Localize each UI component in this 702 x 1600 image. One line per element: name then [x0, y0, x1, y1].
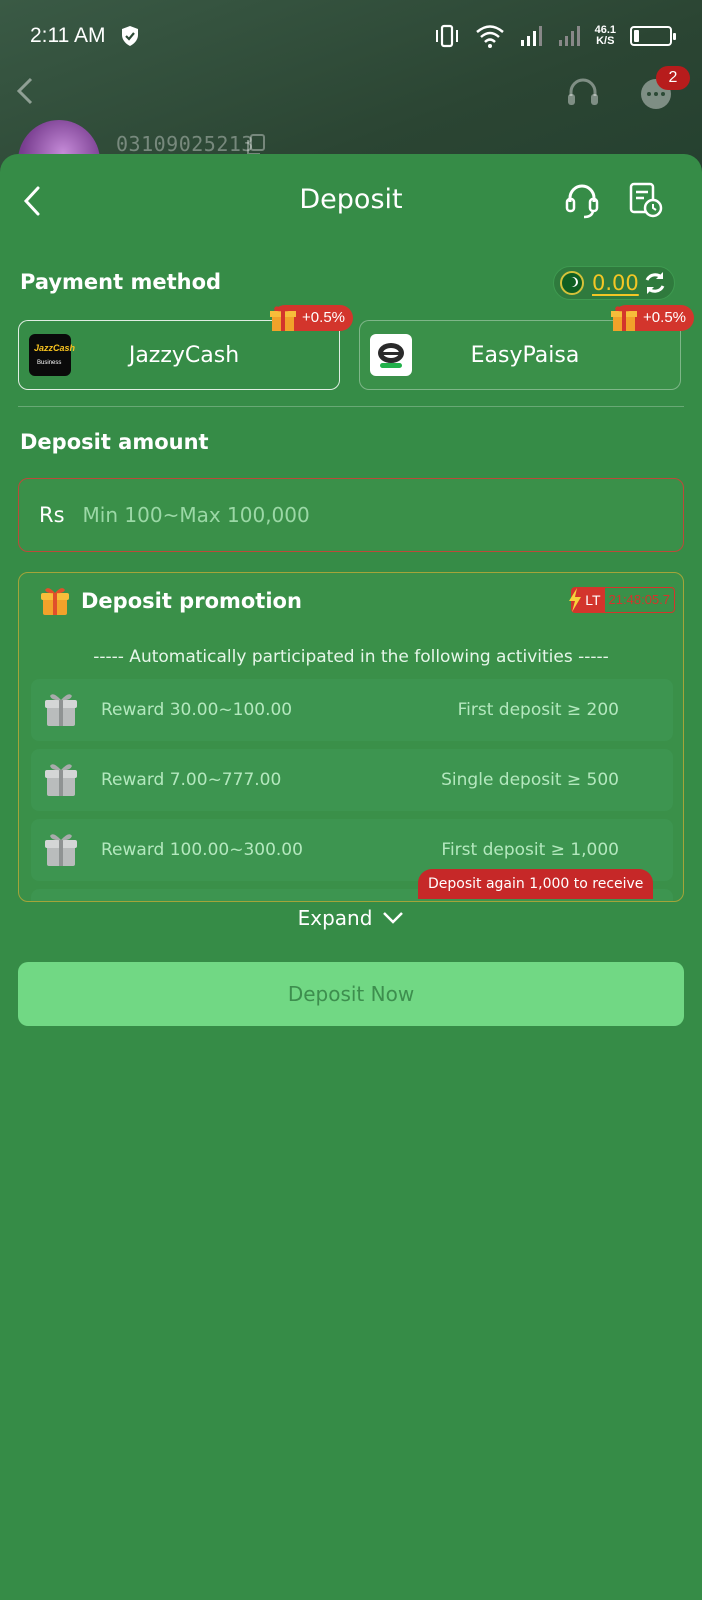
deposit-amount-label: Deposit amount	[20, 430, 209, 454]
reward-condition: First deposit ≥ 200	[457, 700, 619, 720]
gift-icon	[41, 900, 81, 902]
balance-pill: 0.00	[553, 266, 675, 300]
currency-label: Rs	[39, 503, 65, 527]
headset-icon[interactable]	[562, 180, 602, 220]
deposit-promotion-panel: Deposit promotion LT 21:48:05.7 ----- Au…	[18, 572, 684, 902]
jazzcash-logo-sub: Business	[37, 360, 62, 366]
expand-button[interactable]: Expand	[0, 906, 702, 930]
countdown-timer: 21:48:05.7	[604, 587, 675, 613]
status-time: 2:11 AM	[30, 24, 106, 47]
payment-method-label: Payment method	[20, 270, 222, 294]
expand-label: Expand	[297, 906, 373, 930]
lt-label: LT	[585, 592, 601, 608]
payment-option-jazzcash[interactable]: JazzCash Business JazzyCash +0.5%	[18, 305, 353, 390]
deposit-sheet: Deposit Payment method 0.00 JazzCash Bus…	[0, 154, 702, 1600]
deposit-again-tag: Deposit again 1,000 to receive	[418, 869, 654, 899]
reward-label: Reward 100.00~300.00	[101, 840, 303, 860]
pakistan-flag-icon	[560, 271, 584, 295]
notification-badge: 2	[656, 66, 690, 90]
phone-number: 03109025213	[116, 132, 254, 156]
gift-icon	[45, 764, 77, 796]
divider	[18, 406, 684, 407]
net-speed-unit: K/S	[596, 35, 615, 47]
header: Deposit	[0, 154, 702, 250]
battery-icon	[630, 26, 676, 46]
reward-label: Reward 7.00~777.00	[101, 770, 282, 790]
promotion-header: Deposit promotion	[39, 585, 302, 617]
gift-icon	[45, 694, 77, 726]
status-bar: 2:11 AM 46.1 K/S	[0, 0, 702, 72]
amount-input[interactable]	[82, 479, 683, 551]
signal-icon	[520, 26, 542, 46]
payment-option-easypaisa[interactable]: EasyPaisa +0.5%	[359, 305, 694, 390]
gift-icon	[45, 834, 77, 866]
jazzcash-logo: JazzCash Business	[29, 334, 75, 376]
bolt-icon	[569, 588, 582, 612]
headset-icon	[568, 78, 598, 105]
payment-option-label: EasyPaisa	[470, 342, 580, 368]
reward-row: Reward 7.00~777.00 Single deposit ≥ 500	[31, 749, 673, 811]
gift-icon	[611, 306, 638, 331]
gift-icon	[270, 306, 297, 331]
bonus-tag: +0.5%	[611, 305, 694, 331]
deposit-now-button[interactable]: Deposit Now	[18, 962, 684, 1026]
vibrate-icon	[435, 24, 458, 48]
limited-time-tag: LT 21:48:05.7	[569, 587, 675, 613]
bonus-value: +0.5%	[302, 309, 345, 326]
signal-icon	[558, 26, 580, 46]
refresh-icon[interactable]	[642, 270, 668, 296]
shield-icon	[121, 26, 138, 46]
promotion-subtitle: ----- Automatically participated in the …	[93, 647, 609, 667]
balance-value: 0.00	[592, 271, 639, 295]
reward-label: Reward 30.00~100.00	[101, 700, 293, 720]
payment-option-label: JazzyCash	[128, 342, 240, 368]
chevron-down-icon	[383, 912, 404, 924]
bonus-tag: +0.5%	[270, 305, 353, 331]
copy-icon	[247, 134, 265, 155]
amount-field: Rs	[18, 478, 684, 552]
gift-icon	[41, 588, 69, 615]
easypaisa-logo	[370, 334, 412, 376]
back-icon	[16, 77, 33, 105]
reward-condition: First deposit ≥ 1,000	[441, 840, 619, 860]
bonus-value: +0.5%	[643, 309, 686, 326]
reward-condition: Single deposit ≥ 500	[441, 770, 619, 790]
jazzcash-logo-text: JazzCash	[34, 343, 76, 353]
lt-badge: LT	[569, 587, 605, 613]
wifi-icon	[475, 25, 504, 48]
promotion-title: Deposit promotion	[81, 589, 302, 613]
net-speed: 46.1 K/S	[595, 25, 616, 47]
reward-row: Reward 30.00~100.00 First deposit ≥ 200	[31, 679, 673, 741]
status-icons: 46.1 K/S	[433, 24, 676, 48]
history-icon[interactable]	[626, 180, 666, 220]
